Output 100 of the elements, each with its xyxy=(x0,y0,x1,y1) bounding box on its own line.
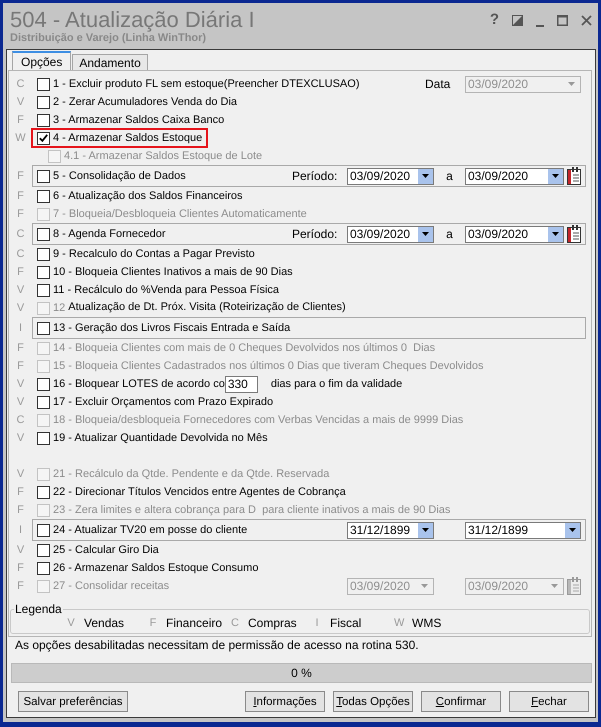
legend-title: Legenda xyxy=(14,603,63,616)
caret-icon xyxy=(422,528,429,532)
option-label: 25 - Calcular Giro Dia xyxy=(53,544,159,556)
help-button[interactable]: ? xyxy=(490,12,499,28)
category-letter: F xyxy=(16,169,25,184)
close-icon[interactable] xyxy=(581,14,592,26)
option-label: 9 - Recalculo do Contas a Pagar Previsto xyxy=(53,248,255,260)
caret-icon xyxy=(568,82,575,86)
legend-label: Financeiro xyxy=(166,616,222,630)
checkbox[interactable] xyxy=(37,432,50,444)
checkbox[interactable] xyxy=(37,284,50,296)
option-label: 17 - Excluir Orçamentos com Prazo Expirado xyxy=(53,396,274,408)
number-field[interactable]: 330 xyxy=(224,376,258,392)
half-filled-square-icon[interactable] xyxy=(512,14,523,26)
option-label: 26 - Armazenar Saldos Estoque Consumo xyxy=(53,562,258,574)
checkbox[interactable] xyxy=(37,114,50,126)
dropdown-button[interactable] xyxy=(418,522,433,538)
option-label: 22 - Direcionar Títulos Vencidos entre Agentes de Cobrança xyxy=(53,486,346,498)
window-title: 504 - Atualização Diária I xyxy=(10,8,255,32)
tab[interactable]: Andamento xyxy=(72,54,148,70)
dropdown-button[interactable] xyxy=(418,226,433,242)
category-letter: I xyxy=(18,321,24,336)
info-button[interactable]: Informações xyxy=(245,691,325,712)
caret-icon xyxy=(421,584,428,588)
category-letter: F xyxy=(16,503,25,518)
checkbox[interactable] xyxy=(37,132,50,144)
caret-icon xyxy=(552,232,559,236)
dropdown-button[interactable] xyxy=(548,168,563,184)
category-letter: F xyxy=(16,207,25,222)
field-label: a xyxy=(445,227,454,241)
close-dialog-button[interactable]: Fechar xyxy=(509,691,589,712)
checkbox[interactable] xyxy=(37,190,50,202)
confirm-button[interactable]: Confirmar xyxy=(421,691,501,712)
legend-label: Compras xyxy=(248,616,297,630)
checkbox[interactable] xyxy=(37,378,50,390)
calendar-icon[interactable] xyxy=(567,225,581,243)
caret-icon xyxy=(552,174,559,178)
notice-text: As opções desabilitadas necessitam de permissão de acesso na rotina 530. xyxy=(15,638,420,652)
all-options-button[interactable]: Todas Opções xyxy=(333,691,413,712)
category-letter: C xyxy=(16,413,26,428)
option-label: 1 - Excluir produto FL sem estoque(Preencher DTEXCLUSAO) xyxy=(53,78,360,90)
category-letter: F xyxy=(16,359,25,374)
checkbox[interactable] xyxy=(37,228,50,240)
legend-label: WMS xyxy=(412,616,442,630)
save-preferences-button[interactable]: Salvar preferências xyxy=(18,691,128,712)
check-icon xyxy=(39,134,48,142)
tab[interactable]: Opções xyxy=(12,51,72,70)
category-letter: C xyxy=(230,617,240,629)
calendar-icon[interactable] xyxy=(567,167,581,185)
date-field[interactable]: 31/12/1899 xyxy=(347,522,434,538)
option-label: 11 - Recálculo do %Venda para Pessoa Física xyxy=(53,284,280,296)
dropdown-button[interactable] xyxy=(565,522,580,538)
category-letter: F xyxy=(148,617,158,629)
caret-icon xyxy=(422,232,429,236)
dropdown-button[interactable] xyxy=(418,168,433,184)
maximize-icon[interactable] xyxy=(557,14,568,26)
date-field[interactable]: 03/09/2020 xyxy=(465,226,564,242)
field-label: a xyxy=(445,169,454,183)
option-label: 24 - Atualizar TV20 em posse do cliente xyxy=(53,524,248,536)
checkbox[interactable] xyxy=(37,562,50,574)
category-letter: V xyxy=(16,467,26,482)
category-letter: F xyxy=(16,265,25,280)
checkbox[interactable] xyxy=(37,396,50,408)
option-label: 27 - Consolidar receitas xyxy=(53,580,170,592)
category-letter: W xyxy=(14,131,27,146)
category-letter: W xyxy=(394,617,404,629)
option-label: 5 - Consolidação de Dados xyxy=(53,170,186,182)
checkbox[interactable] xyxy=(37,96,50,108)
checkbox[interactable] xyxy=(37,248,50,260)
date-field[interactable]: 03/09/2020 xyxy=(347,226,434,242)
category-letter: C xyxy=(16,77,26,92)
category-letter: C xyxy=(16,247,26,262)
date-field[interactable]: 03/09/2020 xyxy=(347,168,434,184)
option-label: 13 - Geração dos Livros Fiscais Entrada e Saída xyxy=(53,322,290,334)
category-letter: F xyxy=(16,485,25,500)
checkbox[interactable] xyxy=(37,170,50,182)
category-letter: I xyxy=(314,617,320,629)
checkbox[interactable] xyxy=(37,486,50,498)
caret-icon xyxy=(422,174,429,178)
category-letter: V xyxy=(16,395,26,410)
category-letter: V xyxy=(16,283,26,298)
checkbox[interactable] xyxy=(37,266,50,278)
option-label: Atualização de Dt. Próx. Visita (Roteirização de Clientes) xyxy=(68,301,346,313)
field-label: Período: xyxy=(292,169,338,183)
category-letter: I xyxy=(18,523,24,538)
option-label: 7 - Bloqueia/Desbloqueia Clientes Automaticamente xyxy=(53,208,307,220)
checkbox[interactable] xyxy=(37,322,50,334)
category-letter: V xyxy=(16,377,26,392)
dropdown-button[interactable] xyxy=(548,226,563,242)
option-label: 19 - Atualizar Quantidade Devolvida no Mês xyxy=(53,432,268,444)
field-suffix: dias para o fim da validade xyxy=(270,378,402,390)
date-field[interactable]: 31/12/1899 xyxy=(465,522,581,538)
window-subtitle: Distribuição e Varejo (Linha WinThor) xyxy=(10,32,208,45)
checkbox[interactable] xyxy=(37,544,50,556)
date-field[interactable]: 03/09/2020 xyxy=(465,168,564,184)
option-label: 10 - Bloqueia Clientes Inativos a mais de 90 Dias xyxy=(53,266,293,278)
progress-text: 0 % xyxy=(291,666,312,680)
checkbox[interactable] xyxy=(37,78,50,90)
checkbox[interactable] xyxy=(37,524,50,536)
option-label: 14 - Bloqueia Clientes com mais de 0 Cheques Devolvidos nos últimos 0 Dias xyxy=(53,342,436,354)
